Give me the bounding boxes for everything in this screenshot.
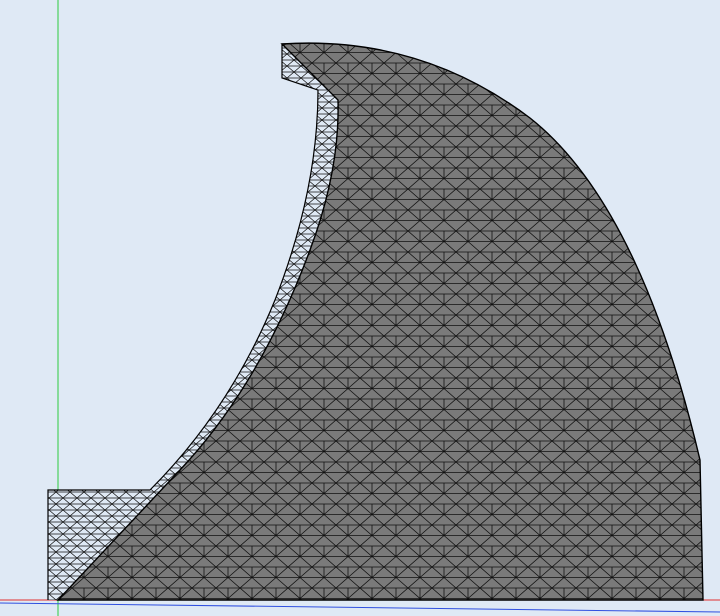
graphics-viewport[interactable] [0,0,720,616]
mesh-scene[interactable] [0,0,720,616]
